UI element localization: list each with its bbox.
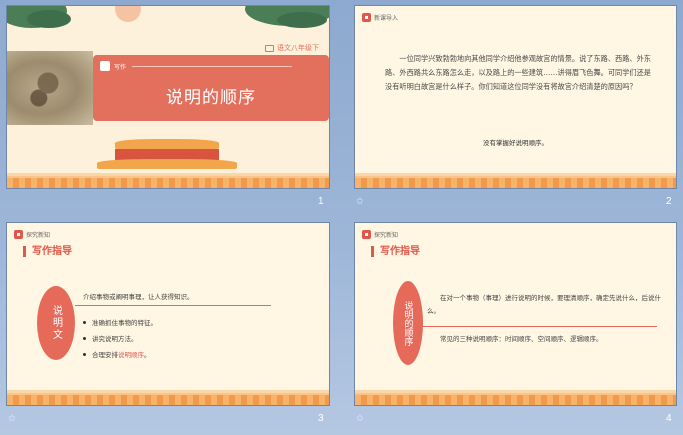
bottom-band (7, 393, 329, 405)
bottom-band (7, 176, 329, 188)
tag-icon: ▪ (362, 13, 371, 22)
section-tag: ▪ 探究新知 (362, 230, 398, 239)
bottom-band (355, 393, 676, 405)
definition-underline (75, 305, 271, 306)
ancient-painting (7, 51, 93, 125)
bullet-dot (83, 320, 86, 324)
transition-star-icon[interactable]: ✩ (356, 414, 364, 424)
tag-text: 新课导入 (374, 15, 399, 22)
slide-title: 说明的顺序 (166, 88, 256, 108)
bullet-dot (83, 352, 86, 356)
sub-label-text: 写作 (114, 63, 127, 71)
slide-number-1: 1 (318, 196, 324, 207)
tag-text: 探究新知 (374, 232, 399, 239)
grade-label: 语文八年级下 (265, 43, 319, 53)
tag-icon: ▪ (14, 230, 23, 239)
order-types-paragraph: 常见的三种说明顺序：时间顺序、空间顺序、逻辑顺序。 (440, 335, 603, 343)
bottom-band (355, 176, 676, 188)
explanation-paragraph: 在对一个事物（事理）进行说明的时候，要理清顺序，确定先说什么，后说什么。 (427, 294, 661, 315)
section-tag: ▪ 新课导入 (362, 13, 398, 22)
bullet-prefix: 合理安排 (92, 351, 118, 359)
section-title: 写作指导 (371, 246, 420, 257)
slide-number-2: 2 (666, 196, 672, 207)
topic-oval: 说明文 (37, 286, 75, 360)
sub-divider (132, 66, 292, 67)
bullet-text: 合理安排说明顺序。 (92, 349, 151, 359)
palace-roof-bottom (97, 159, 237, 169)
transition-star-icon[interactable]: ✩ (8, 414, 16, 424)
transition-star-icon[interactable]: ✩ (356, 197, 364, 207)
topic-oval: 说明的顺序 (393, 281, 423, 365)
section-tag: ▪ 探究新知 (14, 230, 50, 239)
section-title: 写作指导 (23, 246, 72, 257)
sun-decoration (115, 6, 141, 22)
tag-text: 探究新知 (26, 232, 51, 239)
slide-thumbnail-2[interactable]: ▪ 新课导入 一位同学兴致勃勃地向其他同学介绍他参观故宫的情景。说了东路、西路、… (355, 6, 676, 188)
slide-thumbnail-3[interactable]: ▪ 探究新知 写作指导 说明文 介绍事物或阐明事理，让人获得知识。 准确抓住事物… (7, 223, 329, 405)
slide-number-4: 4 (666, 413, 672, 424)
bullet-dot (83, 336, 86, 340)
bullet-item-1: 准确抓住事物的特征。 (83, 317, 157, 327)
tag-icon: ▪ (362, 230, 371, 239)
highlighted-term: 说明顺序 (118, 351, 144, 359)
bullet-item-2: 讲究说明方法。 (83, 333, 138, 343)
slide-thumbnail-1[interactable]: 语文八年级下 说明的顺序 写作 (7, 6, 329, 188)
answer-quote: 没有掌握好说明顺序。 (483, 139, 548, 147)
writing-icon (100, 61, 110, 71)
definition-text: 介绍事物或阐明事理，让人获得知识。 (83, 293, 194, 301)
paragraph-divider (421, 326, 657, 327)
bullet-text: 讲究说明方法。 (92, 335, 138, 343)
palace-roof-top (115, 139, 219, 149)
book-icon (265, 44, 274, 52)
pine-branch-right-2 (277, 12, 327, 28)
intro-paragraph: 一位同学兴致勃勃地向其他同学介绍他参观故宫的情景。说了东路、西路、外东路、外西路… (385, 54, 651, 91)
bullet-item-3: 合理安排说明顺序。 (83, 349, 151, 359)
bullet-suffix: 。 (144, 351, 151, 359)
pine-branch-left-2 (27, 10, 71, 28)
bullet-text: 准确抓住事物的特征。 (92, 319, 157, 327)
sub-label: 写作 (100, 61, 126, 71)
slide-number-3: 3 (318, 413, 324, 424)
grade-text: 语文八年级下 (277, 44, 319, 52)
slide-thumbnail-4[interactable]: ▪ 探究新知 写作指导 说明的顺序 在对一个事物（事理）进行说明的时候，要理清顺… (355, 223, 676, 405)
title-banner: 说明的顺序 (93, 55, 329, 121)
